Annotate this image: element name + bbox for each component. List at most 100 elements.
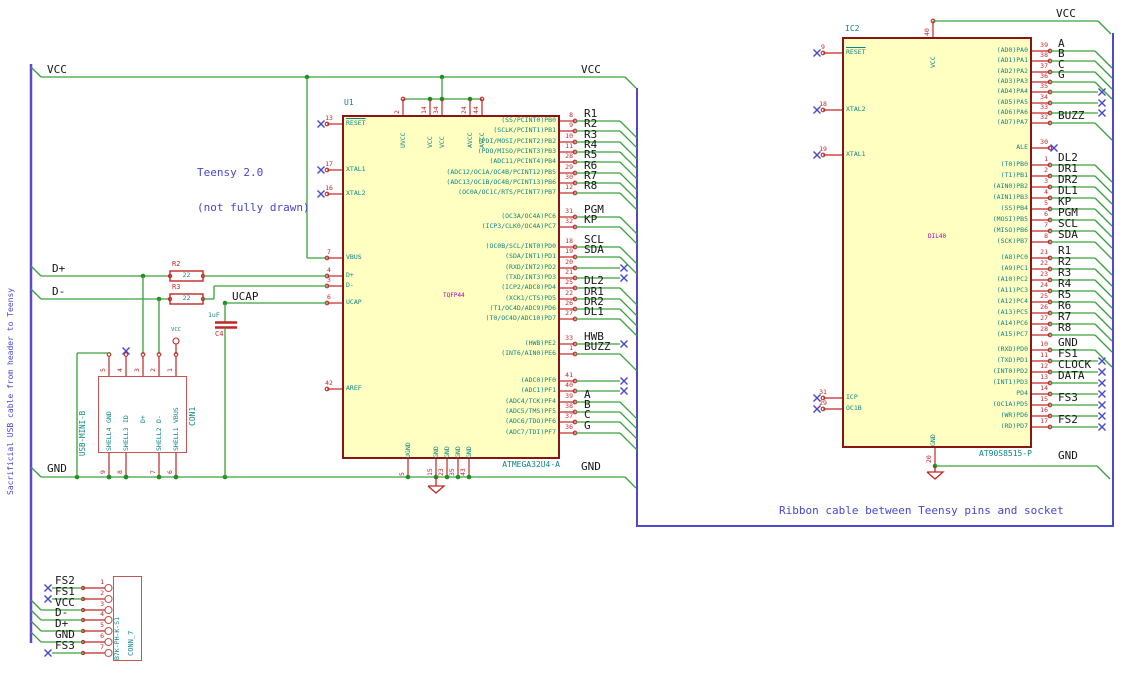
conn7-pin-2-number: 2 bbox=[100, 589, 104, 597]
u1-pin-13-name: RESET bbox=[346, 119, 366, 127]
ic2-pin-31-number: 31 bbox=[819, 388, 827, 396]
ic2-pin-35-name: (AD4)PA4 bbox=[996, 87, 1028, 95]
ic2-pin-32-number: 32 bbox=[1040, 113, 1048, 121]
ic2-pin-22-number: 22 bbox=[1040, 259, 1048, 267]
net-label-data: DATA bbox=[1058, 369, 1085, 382]
ic2-pin-37-name: (AD2)PA2 bbox=[996, 67, 1028, 75]
u1-pin-33-number: 33 bbox=[565, 334, 573, 342]
ic2-pin-9-number: 9 bbox=[821, 43, 825, 51]
ic2-pin-26-number: 26 bbox=[1040, 303, 1048, 311]
net-label-gnd-left: GND bbox=[47, 462, 67, 475]
ic2-pin-11-number: 11 bbox=[1040, 351, 1048, 359]
net-label-fs3: FS3 bbox=[1058, 391, 1078, 404]
ic2-pin-29-name: OC1B bbox=[846, 404, 862, 412]
net-label-dminus: D- bbox=[52, 285, 66, 298]
conn7-pin-4-number: 4 bbox=[100, 610, 104, 618]
u1-pin-3-number: 3 bbox=[327, 276, 331, 284]
u1-pin-32-number: 32 bbox=[565, 217, 573, 225]
net-label-buzz: BUZZ bbox=[584, 340, 611, 353]
ic2-pin-23-name: (A10)PC2 bbox=[996, 275, 1028, 283]
u1-pin-44-number: 44 bbox=[472, 106, 480, 114]
u1-pin-15-number: 15 bbox=[426, 468, 434, 476]
con1-pin-3-name: D+ bbox=[139, 415, 147, 423]
u1-pin-6-number: 6 bbox=[327, 293, 331, 301]
ic2-pin-34-number: 34 bbox=[1040, 93, 1048, 101]
ic2-pin-16-number: 16 bbox=[1040, 406, 1048, 414]
u1-pin-2-number: 2 bbox=[393, 110, 401, 114]
ic2-pin-30-name: ALE bbox=[1016, 143, 1028, 151]
con1-pin-2-number: 2 bbox=[149, 368, 157, 372]
ic2-pin-20-number: 20 bbox=[925, 455, 933, 463]
u1-pin-36-number: 36 bbox=[565, 423, 573, 431]
ic2-pin-19-number: 19 bbox=[819, 145, 827, 153]
u1-pin-27-name: (T0/OC4D/ADC10)PD7 bbox=[485, 314, 556, 322]
u1-pin-22-number: 22 bbox=[565, 289, 573, 297]
ic2-pin-27-number: 27 bbox=[1040, 314, 1048, 322]
u1-pin-29-name: (ADC12/OC1A/OC4B/PCINT12)PB5 bbox=[446, 168, 556, 176]
con1-pin-8-name: SHELL3 bbox=[122, 427, 130, 451]
ic2-pin-17-number: 17 bbox=[1040, 417, 1048, 425]
u1-pin-36-name: (ADC7/TDI)PF7 bbox=[505, 428, 556, 436]
u1-pin-29-number: 29 bbox=[565, 163, 573, 171]
net-label-kp: KP bbox=[584, 213, 598, 226]
u1-pin-26-name: (T1/OC4D/ADC9)PD6 bbox=[489, 304, 556, 312]
ic2-pin-24-number: 24 bbox=[1040, 281, 1048, 289]
ic2-pin-10-number: 10 bbox=[1040, 340, 1048, 348]
net-label-sda: SDA bbox=[584, 243, 604, 256]
u1-pin-14-number: 14 bbox=[420, 106, 428, 114]
ic2-pin-27-name: (A14)PC6 bbox=[996, 319, 1028, 327]
u1-pin-20-number: 20 bbox=[565, 258, 573, 266]
u1-pin-38-number: 38 bbox=[565, 402, 573, 410]
u1-pin-21-number: 21 bbox=[565, 268, 573, 276]
note-teensy-line2: (not fully drawn) bbox=[197, 200, 310, 214]
u1-pin-11-number: 11 bbox=[565, 142, 573, 150]
u1-pin-22-name: (XCK1/CTS)PD5 bbox=[505, 294, 556, 302]
u1-pin-41-name: (ADC0)PF0 bbox=[520, 376, 556, 384]
ic2-pin-30-number: 30 bbox=[1040, 138, 1048, 146]
ic2-pin-21-number: 21 bbox=[1040, 248, 1048, 256]
ic2-pin-14-number: 14 bbox=[1040, 384, 1048, 392]
u1-pin-19-name: (SDA/INT1)PD1 bbox=[505, 252, 556, 260]
con1-value: USB-MINI-B bbox=[78, 410, 87, 456]
u1-pin-37-number: 37 bbox=[565, 412, 573, 420]
ic2-pin-34-name: (AD5)PA5 bbox=[996, 98, 1028, 106]
ic2-pin-22-name: (A9)PC1 bbox=[1000, 264, 1028, 272]
u1-pin-43-number: 43 bbox=[459, 468, 467, 476]
ic2-pin-15-number: 15 bbox=[1040, 395, 1048, 403]
ic2-pin-25-number: 25 bbox=[1040, 292, 1048, 300]
net-label-buzz: BUZZ bbox=[1058, 109, 1085, 122]
conn7-pin-1-number: 1 bbox=[100, 578, 104, 586]
ic2-pin-15-name: (OC1A)PD5 bbox=[992, 400, 1028, 408]
u1-pin-4-name: D+ bbox=[346, 271, 354, 279]
u1-pin-41-number: 41 bbox=[565, 371, 573, 379]
u1-pin-12-number: 12 bbox=[565, 183, 573, 191]
net-label-r8: R8 bbox=[1058, 321, 1072, 334]
u1-reference: U1 bbox=[344, 98, 354, 107]
ic2-pin-19-name: XTAL1 bbox=[846, 150, 866, 158]
u1-pin-7-number: 7 bbox=[327, 248, 331, 256]
u1-pin-19-number: 19 bbox=[565, 247, 573, 255]
net-label-g: G bbox=[1058, 68, 1065, 81]
u1-pin-38-name: (ADC5/TMS)PF5 bbox=[505, 407, 556, 415]
ic2-pin-13-name: (INT1)PD3 bbox=[992, 378, 1028, 386]
ic2-pin-18-number: 18 bbox=[819, 100, 827, 108]
ic2-pin-7-name: (MISO)PB6 bbox=[992, 226, 1028, 234]
r3-value: 22 bbox=[182, 293, 191, 302]
u1-pin-25-name: (ICP2/ADC8)PD4 bbox=[501, 283, 556, 291]
ic2-pin-38-name: (AD1)PA1 bbox=[996, 56, 1028, 64]
ic2-pin-36-number: 36 bbox=[1040, 72, 1048, 80]
ic2-pin-1-number: 1 bbox=[1044, 155, 1048, 163]
net-label-vcc-left: VCC bbox=[47, 63, 67, 76]
net-label-r8: R8 bbox=[584, 179, 598, 192]
ic2-pin-17-name: (RD)PD7 bbox=[1000, 422, 1028, 430]
net-label-fs2: FS2 bbox=[1058, 413, 1078, 426]
u1-pin-30-name: (ADC13/OC1B/OC4B/PCINT13)PB6 bbox=[446, 178, 556, 186]
net-label-ucap: UCAP bbox=[232, 290, 259, 303]
ic2-pin-13-number: 13 bbox=[1040, 373, 1048, 381]
conn7-reference: CONN_7 bbox=[127, 630, 135, 656]
r2-reference: R2 bbox=[172, 260, 181, 268]
c4-value: 1uF bbox=[208, 311, 220, 319]
con1-pin-9-name: SHELL4 bbox=[105, 427, 113, 451]
ic2-pin-24-name: (A11)PC3 bbox=[996, 286, 1028, 294]
ic2-pin-23-number: 23 bbox=[1040, 270, 1048, 278]
